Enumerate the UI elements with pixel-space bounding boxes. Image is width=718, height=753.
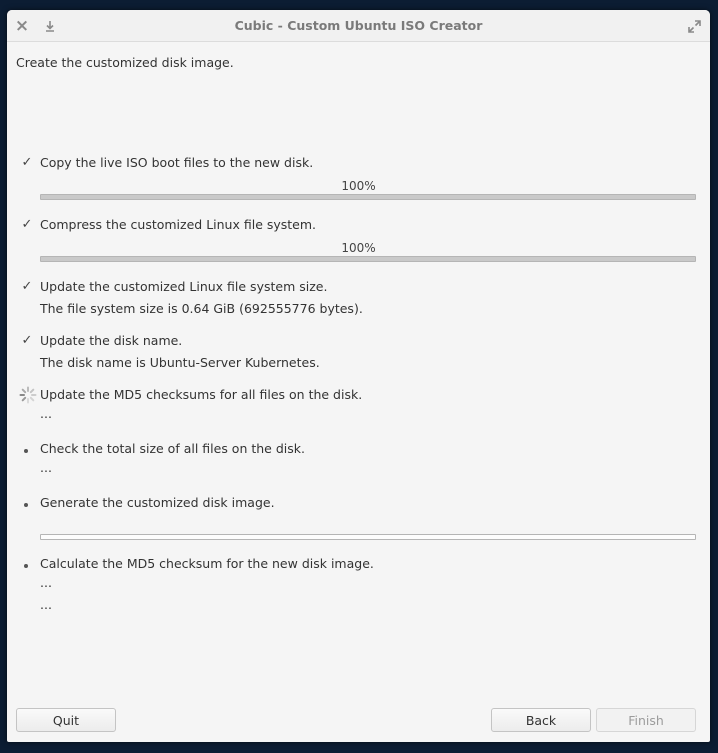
step-generate-disk-image: Generate the customized disk image.	[7, 495, 710, 515]
progress-label: 100%	[341, 179, 376, 193]
check-icon: ✓	[21, 333, 33, 348]
step-label: Copy the live ISO boot files to the new …	[40, 155, 314, 170]
step-label: Check the total size of all files on the…	[40, 441, 305, 456]
step-label: Update the MD5 checksums for all files o…	[40, 387, 363, 402]
spinner-icon	[19, 386, 37, 404]
progress-label: 100%	[341, 241, 376, 255]
step-update-filesystem-size: ✓ Update the customized Linux file syste…	[7, 279, 710, 299]
bullet-icon	[24, 449, 28, 453]
step-label: Generate the customized disk image.	[40, 495, 275, 510]
maximize-icon[interactable]	[684, 16, 704, 36]
step-detail: ...	[40, 406, 52, 421]
intro-text: Create the customized disk image.	[16, 55, 234, 70]
back-button[interactable]: Back	[491, 708, 591, 732]
check-icon: ✓	[21, 217, 33, 232]
step-calculate-image-md5: Calculate the MD5 checksum for the new d…	[7, 556, 710, 576]
step-label: Compress the customized Linux file syste…	[40, 217, 317, 232]
step-update-disk-name: ✓ Update the disk name.	[7, 333, 710, 353]
bullet-icon	[24, 564, 28, 568]
step-detail: ...	[40, 575, 52, 590]
step-label: Update the customized Linux file system …	[40, 279, 328, 294]
progress-bar-compress	[40, 256, 696, 262]
bullet-icon	[24, 503, 28, 507]
finish-button[interactable]: Finish	[596, 708, 696, 732]
progress-bar-copy	[40, 194, 696, 200]
app-window: × Cubic - Custom Ubuntu ISO Creator Crea…	[7, 10, 710, 742]
check-icon: ✓	[21, 155, 33, 170]
step-label: Update the disk name.	[40, 333, 183, 348]
step-compress-filesystem: ✓ Compress the customized Linux file sys…	[7, 217, 710, 237]
step-detail: The file system size is 0.64 GiB (692555…	[40, 301, 363, 316]
title-bar: × Cubic - Custom Ubuntu ISO Creator	[7, 10, 710, 42]
step-detail: ...	[40, 460, 52, 475]
step-update-md5-checksums: Update the MD5 checksums for all files o…	[7, 386, 710, 407]
step-label: Calculate the MD5 checksum for the new d…	[40, 556, 374, 571]
progress-bar-generate	[40, 534, 696, 540]
window-title: Cubic - Custom Ubuntu ISO Creator	[234, 18, 483, 33]
step-check-total-size: Check the total size of all files on the…	[7, 441, 710, 461]
step-copy-boot-files: ✓ Copy the live ISO boot files to the ne…	[7, 155, 710, 175]
step-detail: The disk name is Ubuntu-Server Kubernete…	[40, 355, 320, 370]
step-detail: ...	[40, 597, 52, 612]
quit-button[interactable]: Quit	[16, 708, 116, 732]
check-icon: ✓	[21, 279, 33, 294]
